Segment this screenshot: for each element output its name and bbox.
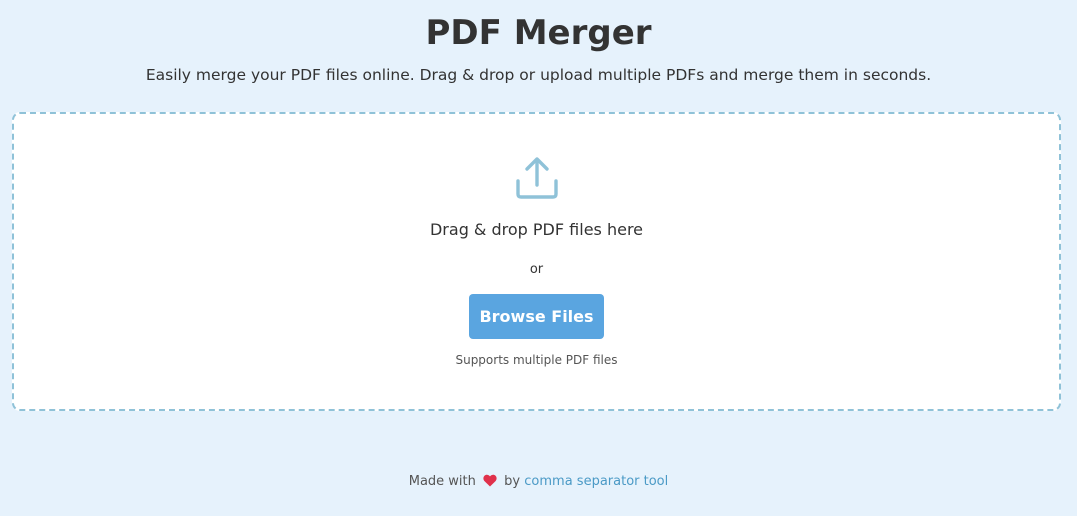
page-title: PDF Merger [425,13,652,53]
upload-icon [516,157,558,199]
comma-separator-tool-link[interactable]: comma separator tool [524,474,668,489]
footer-made-with: Made with [408,474,476,489]
heart-icon [483,474,497,487]
footer-by: by [504,474,521,489]
supports-hint: Supports multiple PDF files [455,353,618,367]
footer: Made with by comma separator tool [0,473,1077,491]
or-separator: or [529,262,544,277]
drop-prompt: Drag & drop PDF files here [429,220,644,239]
browse-files-button[interactable]: Browse Files [469,294,604,339]
page-subtitle: Easily merge your PDF files online. Drag… [145,66,932,84]
